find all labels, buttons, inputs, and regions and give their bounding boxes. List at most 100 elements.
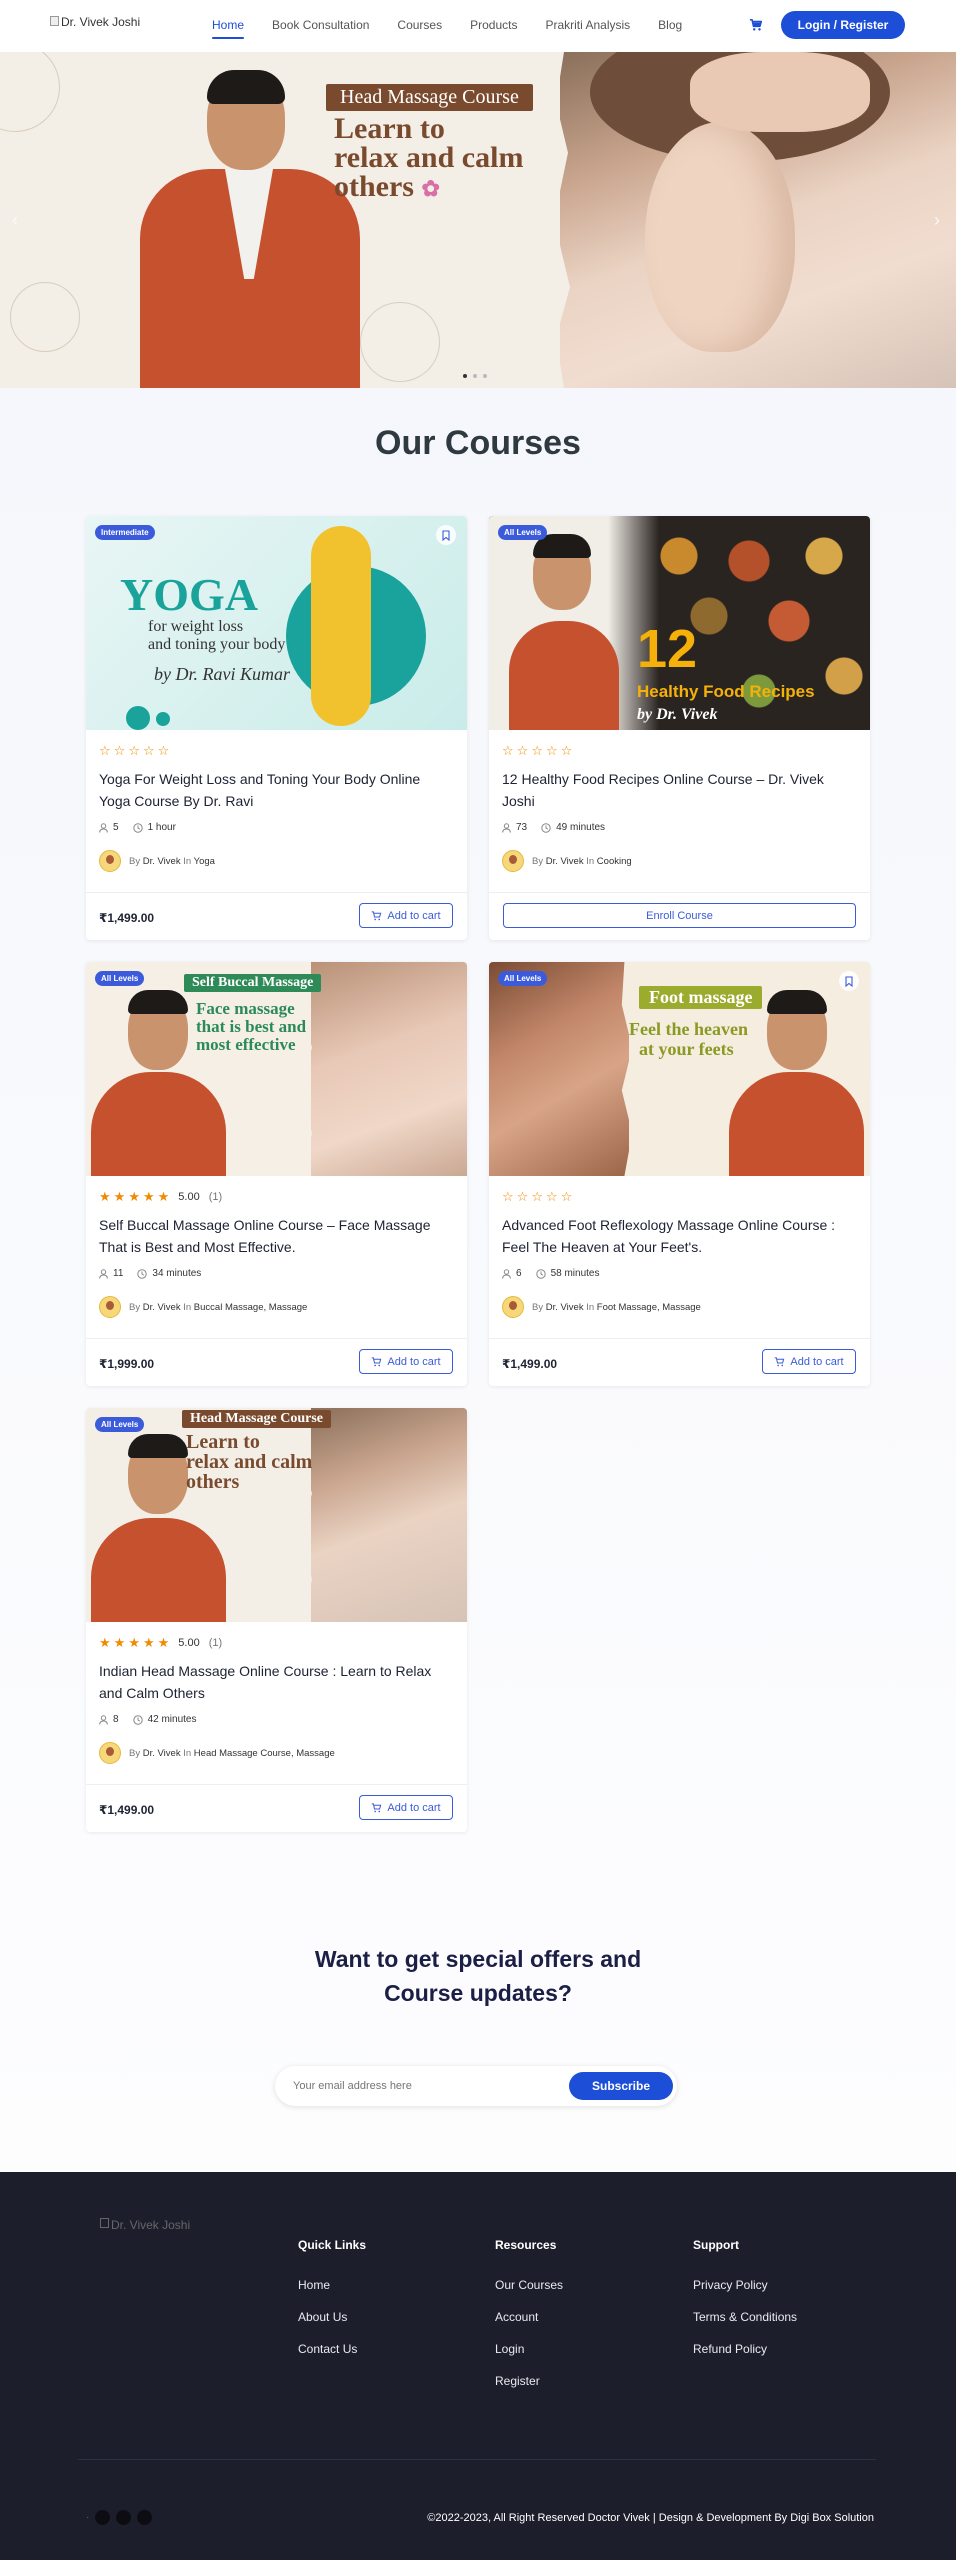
avatar[interactable] <box>99 1296 121 1318</box>
course-thumbnail[interactable]: Self Buccal Massage Face massage that is… <box>86 962 467 1176</box>
youtube-icon[interactable] <box>137 2510 153 2525</box>
hero-doctor-image <box>140 70 360 388</box>
instagram-icon[interactable] <box>116 2510 132 2525</box>
footer-column-title: Support <box>693 2238 739 2252</box>
nav-item-products[interactable]: Products <box>470 18 517 32</box>
footer-link-account[interactable]: Account <box>495 2310 563 2324</box>
site-footer: Dr. Vivek Joshi Quick Links Home About U… <box>0 2172 956 2560</box>
level-badge: All Levels <box>498 971 548 986</box>
hero-title: Learn to relax and calm others ✿ <box>334 112 524 203</box>
course-card[interactable]: 12 Healthy Food Recipes by Dr. Vivek All… <box>489 516 870 940</box>
footer-logo[interactable]: Dr. Vivek Joshi <box>100 2218 190 2232</box>
avatar[interactable] <box>99 1742 121 1764</box>
footer-link-login[interactable]: Login <box>495 2342 563 2356</box>
cart-icon <box>372 1356 382 1366</box>
wishlist-icon[interactable] <box>839 971 859 991</box>
add-to-cart-button[interactable]: Add to cart <box>762 1349 856 1374</box>
students-count: 6 <box>502 1268 522 1279</box>
students-count: 8 <box>99 1714 119 1725</box>
category-link[interactable]: Buccal Massage, Massage <box>194 1302 308 1313</box>
card-footer: Enroll Course <box>489 892 870 940</box>
footer-link-refund-policy[interactable]: Refund Policy <box>693 2342 797 2356</box>
course-title[interactable]: Indian Head Massage Online Course : Lear… <box>99 1660 454 1704</box>
cart-icon[interactable] <box>749 18 763 32</box>
course-title[interactable]: Yoga For Weight Loss and Toning Your Bod… <box>99 768 454 812</box>
footer-link-our-courses[interactable]: Our Courses <box>495 2278 563 2292</box>
footer-column-support: Support Privacy Policy Terms & Condition… <box>693 2238 797 2374</box>
add-to-cart-button[interactable]: Add to cart <box>359 1795 453 1820</box>
footer-column-quick-links: Quick Links Home About Us Contact Us <box>298 2238 366 2374</box>
course-card[interactable]: YOGA for weight loss and toning your bod… <box>86 516 467 940</box>
avatar[interactable] <box>99 850 121 872</box>
footer-column-title: Quick Links <box>298 2238 367 2252</box>
slider-dot[interactable] <box>463 374 467 378</box>
course-duration: 1 hour <box>132 822 176 833</box>
rating-stars: ☆ ☆ ☆ ☆ ☆ <box>99 743 170 758</box>
subscribe-button[interactable]: Subscribe <box>569 2072 673 2100</box>
course-thumbnail[interactable]: Foot massage Feel the heaven at your fee… <box>489 962 870 1176</box>
footer-column-resources: Resources Our Courses Account Login Regi… <box>495 2238 563 2406</box>
enroll-course-button[interactable]: Enroll Course <box>503 903 856 928</box>
nav-item-home[interactable]: Home <box>212 18 245 39</box>
top-navbar: Dr. Vivek Joshi Home Book Consultation C… <box>0 0 956 52</box>
course-price: ₹1,999.00 <box>99 1357 155 1371</box>
nav-item-book-consultation[interactable]: Book Consultation <box>272 18 369 32</box>
hero-woman-image <box>560 52 956 388</box>
email-input[interactable] <box>293 2066 543 2106</box>
wishlist-icon[interactable] <box>436 525 456 545</box>
slider-next-arrow[interactable]: › <box>934 210 940 231</box>
broken-image-icon <box>100 2218 109 2228</box>
course-title[interactable]: Advanced Foot Reflexology Massage Online… <box>502 1214 857 1258</box>
footer-link-contact-us[interactable]: Contact Us <box>298 2342 366 2356</box>
course-card[interactable]: Self Buccal Massage Face massage that is… <box>86 962 467 1386</box>
course-thumbnail[interactable]: Head Massage Course Learn to relax and c… <box>86 1408 467 1622</box>
section-heading: Our Courses <box>375 424 581 462</box>
course-author: By Dr. Vivek In Foot Massage, Massage <box>502 1296 701 1318</box>
floral-decoration <box>10 282 80 352</box>
course-title[interactable]: 12 Healthy Food Recipes Online Course – … <box>502 768 857 812</box>
nav-item-courses[interactable]: Courses <box>397 18 442 32</box>
author-link[interactable]: Dr. Vivek <box>143 1748 181 1759</box>
footer-link-privacy-policy[interactable]: Privacy Policy <box>693 2278 797 2292</box>
course-title[interactable]: Self Buccal Massage Online Course – Face… <box>99 1214 454 1258</box>
category-link[interactable]: Foot Massage, Massage <box>597 1302 701 1313</box>
newsletter-heading: Want to get special offers and Course up… <box>314 1946 642 2006</box>
course-thumbnail[interactable]: 12 Healthy Food Recipes by Dr. Vivek <box>489 516 870 730</box>
card-footer: ₹1,499.00 Add to cart <box>489 1338 870 1386</box>
avatar[interactable] <box>502 1296 524 1318</box>
category-link[interactable]: Head Massage Course, Massage <box>194 1748 335 1759</box>
broken-image-icon <box>50 16 59 26</box>
course-meta: 5 1 hour <box>99 822 176 833</box>
course-card[interactable]: Head Massage Course Learn to relax and c… <box>86 1408 467 1832</box>
nav-item-prakriti-analysis[interactable]: Prakriti Analysis <box>545 18 630 32</box>
slider-dot[interactable] <box>473 374 477 378</box>
author-link[interactable]: Dr. Vivek <box>546 856 584 867</box>
footer-link-home[interactable]: Home <box>298 2278 366 2292</box>
author-link[interactable]: Dr. Vivek <box>143 1302 181 1313</box>
course-price: ₹1,499.00 <box>99 1803 155 1817</box>
course-meta: 6 58 minutes <box>502 1268 599 1279</box>
add-to-cart-button[interactable]: Add to cart <box>359 1349 453 1374</box>
floral-decoration <box>360 302 440 382</box>
author-link[interactable]: Dr. Vivek <box>143 856 181 867</box>
author-link[interactable]: Dr. Vivek <box>546 1302 584 1313</box>
login-register-button[interactable]: Login / Register <box>781 11 905 39</box>
newsletter-section: Want to get special offers and Course up… <box>0 1880 956 2172</box>
course-card[interactable]: Foot massage Feel the heaven at your fee… <box>489 962 870 1386</box>
category-link[interactable]: Yoga <box>194 856 215 867</box>
rating-count: (1) <box>208 1190 223 1203</box>
add-to-cart-button[interactable]: Add to cart <box>359 903 453 928</box>
footer-link-register[interactable]: Register <box>495 2374 563 2388</box>
slider-prev-arrow[interactable]: ‹ <box>12 210 18 231</box>
nav-item-blog[interactable]: Blog <box>658 18 682 32</box>
category-link[interactable]: Cooking <box>597 856 632 867</box>
site-logo[interactable]: Dr. Vivek Joshi <box>50 15 140 29</box>
level-badge: All Levels <box>95 971 145 986</box>
facebook-icon[interactable] <box>95 2510 111 2525</box>
course-thumbnail[interactable]: YOGA for weight loss and toning your bod… <box>86 516 467 730</box>
course-duration: 34 minutes <box>137 1268 201 1279</box>
footer-link-about-us[interactable]: About Us <box>298 2310 366 2324</box>
slider-dot[interactable] <box>483 374 487 378</box>
footer-link-terms-conditions[interactable]: Terms & Conditions <box>693 2310 797 2324</box>
avatar[interactable] <box>502 850 524 872</box>
